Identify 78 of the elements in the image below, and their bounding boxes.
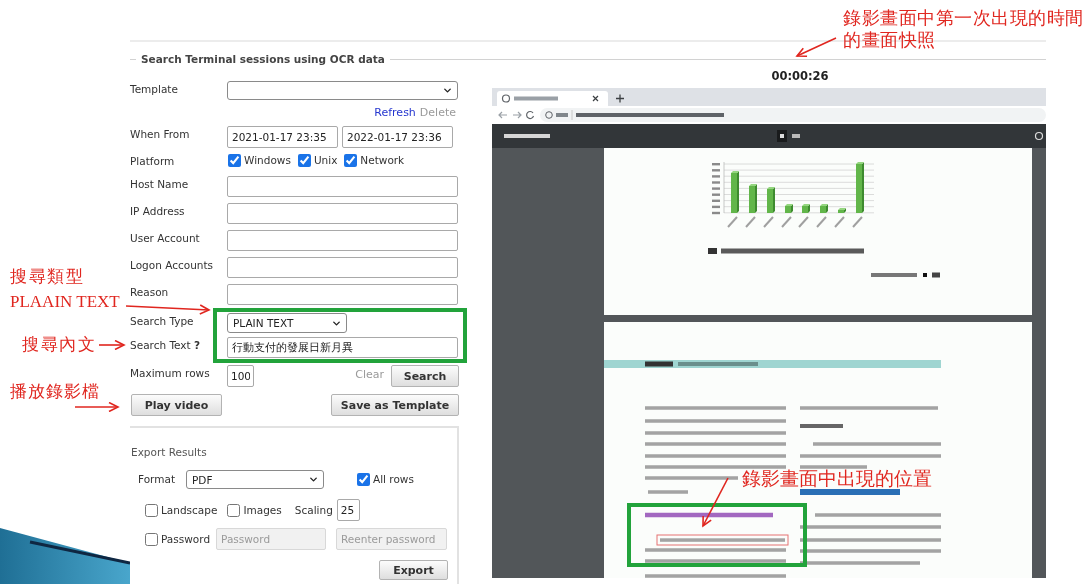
field-label: Scaling (294, 503, 333, 517)
text-placeholder (834, 216, 845, 228)
checkbox-label: Network (360, 154, 405, 167)
text-field[interactable]: 行動支付的發展日新月異 (227, 337, 458, 358)
field-label: Search Text ? (130, 338, 202, 351)
field-label: Logon Accounts (130, 258, 215, 271)
text-placeholder (800, 465, 867, 469)
checkbox[interactable] (228, 154, 241, 167)
chart-bar (731, 171, 739, 213)
section-title: Export Results (131, 446, 207, 459)
checkbox-label: Landscape (161, 503, 218, 517)
number-field[interactable]: 25 (336, 499, 360, 521)
checkbox-label: All rows (373, 473, 414, 486)
text-field[interactable] (227, 257, 458, 278)
text-placeholder (763, 216, 774, 228)
dropdown[interactable]: PDF (186, 470, 324, 489)
play-button[interactable]: Play video (131, 394, 222, 416)
number-field[interactable]: 100 (227, 365, 254, 387)
chevron-down-icon (442, 85, 453, 96)
text-placeholder (781, 216, 792, 228)
text-placeholder (708, 248, 717, 254)
dropdown[interactable]: PLAIN TEXT (227, 313, 347, 333)
text-field[interactable] (227, 176, 458, 197)
panel-title: Search Terminal sessions using OCR data (140, 52, 386, 66)
text-placeholder (745, 216, 756, 228)
field-label: IP Address (130, 204, 186, 217)
export-button[interactable]: Export (379, 560, 448, 580)
checkbox[interactable] (297, 154, 311, 167)
text-placeholder (648, 490, 688, 494)
chart-bar (820, 204, 828, 213)
text-field[interactable] (227, 203, 458, 224)
field-label: Search Type (130, 314, 195, 327)
chart-bar (767, 187, 775, 213)
annotation-text: 搜尋內文 (22, 335, 96, 356)
field-label: When From (130, 127, 191, 140)
checkbox[interactable] (344, 154, 358, 167)
chart-bar (802, 204, 810, 213)
annotation-text: 播放錄影檔 (10, 382, 100, 403)
field-label: Platform (130, 154, 176, 167)
text-placeholder (800, 424, 843, 428)
text-placeholder (852, 216, 863, 228)
field-label: Template (130, 82, 179, 95)
chart-bar (838, 208, 846, 213)
annotation-text: 搜尋類型 (10, 267, 84, 288)
timestamp: 00:00:26 (771, 69, 829, 83)
field-label: User Account (130, 231, 201, 244)
text-placeholder (932, 272, 940, 278)
save-template-button[interactable]: Save as Template (331, 394, 459, 416)
annotation-text: 錄影畫面中第一次出現的時間的畫面快照 (843, 8, 1085, 52)
text-field[interactable] (227, 230, 458, 251)
field-label: Host Name (130, 177, 190, 190)
field-label: Format (138, 473, 176, 486)
date-field[interactable]: 2022-01-17 23:36 (342, 126, 453, 148)
chart-bar (749, 184, 757, 213)
chevron-down-icon (308, 474, 319, 485)
link[interactable]: Refresh (374, 106, 416, 120)
text-placeholder (871, 273, 917, 277)
text-placeholder (727, 216, 738, 228)
chart-bar (856, 162, 864, 213)
checkbox-label: Images (243, 503, 282, 517)
checkbox-label: Windows (244, 154, 291, 167)
search-button[interactable]: Search (391, 365, 459, 387)
checkbox[interactable] (357, 473, 370, 486)
checkbox[interactable] (227, 503, 241, 517)
checkbox-label: Unix (313, 154, 338, 167)
dropdown[interactable] (227, 81, 458, 100)
date-field[interactable]: 2021-01-17 23:35 (227, 126, 338, 148)
text-placeholder (798, 216, 809, 228)
checkbox[interactable] (145, 532, 158, 546)
annotation-text: 錄影畫面中出現的位置 (742, 468, 932, 491)
field-label: Reason (130, 285, 170, 298)
field-label: Maximum rows (130, 366, 211, 379)
text-field[interactable] (227, 284, 458, 305)
annotation-text: PLAAIN TEXT (10, 292, 120, 313)
checkbox[interactable] (145, 503, 158, 517)
chart-bar (785, 204, 793, 213)
checkbox-label: Password (161, 532, 211, 546)
text-placeholder (816, 216, 827, 228)
